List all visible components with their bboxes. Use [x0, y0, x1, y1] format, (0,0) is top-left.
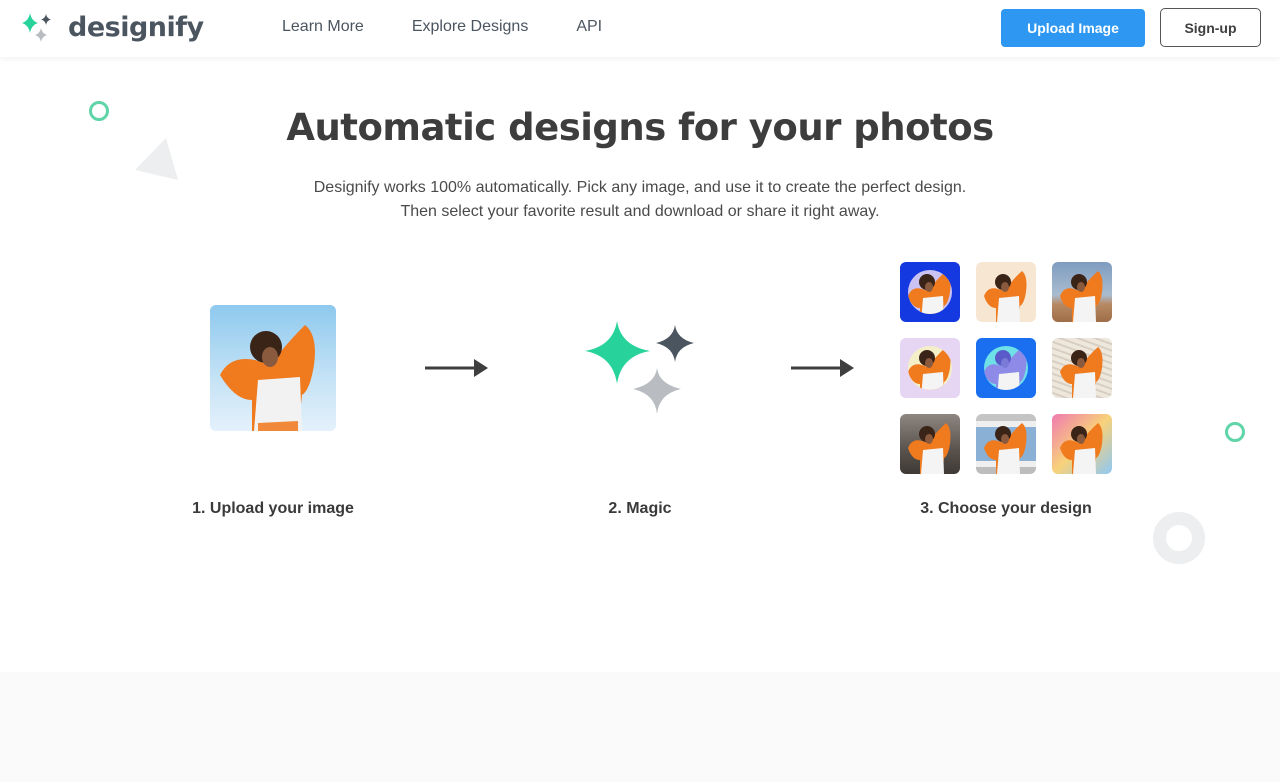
logo[interactable]: designify: [18, 10, 204, 44]
sparkle-logo-icon: [22, 13, 51, 42]
arrow-right-icon: [425, 359, 488, 377]
design-results-grid: [900, 262, 1112, 474]
blue-badge-design-tile[interactable]: [900, 262, 960, 322]
nav-api[interactable]: API: [576, 18, 602, 36]
gradient-design-tile[interactable]: [1052, 414, 1112, 474]
person-photo-icon: [1060, 271, 1103, 322]
peach-background-design-tile[interactable]: [976, 262, 1036, 322]
hero-subtitle: Designify works 100% automatically. Pick…: [0, 176, 1280, 224]
hero-subtitle-line-1: Designify works 100% automatically. Pick…: [313, 179, 967, 196]
person-photo-icon: [220, 325, 315, 431]
upload-image-button[interactable]: Upload Image: [1001, 9, 1145, 47]
magic-sparkles-icon: [585, 321, 694, 414]
person-photo-icon: [984, 347, 1027, 390]
step-1-label: 1. Upload your image: [192, 500, 354, 517]
arrow-right-icon: [791, 359, 854, 377]
person-photo-icon: [1060, 347, 1103, 398]
person-photo-icon: [908, 271, 951, 314]
person-photo-icon: [908, 347, 951, 390]
person-photo-icon: [984, 271, 1027, 322]
nav-learn-more[interactable]: Learn More: [282, 18, 364, 36]
step-2-label: 2. Magic: [608, 500, 672, 517]
nav-explore-designs[interactable]: Explore Designs: [412, 18, 529, 36]
signup-button[interactable]: Sign-up: [1160, 8, 1261, 47]
next-section-background: [0, 672, 1280, 782]
sticker-design-tile[interactable]: [900, 338, 960, 398]
wave-pattern-design-tile[interactable]: [1052, 338, 1112, 398]
blue-duotone-design-tile[interactable]: [976, 338, 1036, 398]
person-photo-icon: [908, 423, 951, 474]
billboard-design-tile[interactable]: [976, 414, 1036, 474]
top-nav-bar: designify Learn More Explore Designs API…: [0, 0, 1280, 57]
step-3-label: 3. Choose your design: [920, 500, 1092, 517]
beach-frame-design-tile[interactable]: [1052, 262, 1112, 322]
decorative-ring-icon: [1225, 422, 1245, 442]
person-photo-icon: [1060, 423, 1103, 474]
palm-beach-design-tile[interactable]: [900, 414, 960, 474]
main-nav: Learn More Explore Designs API: [282, 18, 650, 36]
uploaded-photo-example: [210, 305, 336, 431]
decorative-donut-icon: [1153, 512, 1205, 564]
hero-title: Automatic designs for your photos: [286, 106, 994, 149]
person-photo-icon: [984, 423, 1027, 474]
logo-text: designify: [68, 11, 204, 43]
page: designify Learn More Explore Designs API…: [0, 0, 1280, 782]
hero-subtitle-line-2: Then select your favorite result and dow…: [400, 203, 880, 220]
